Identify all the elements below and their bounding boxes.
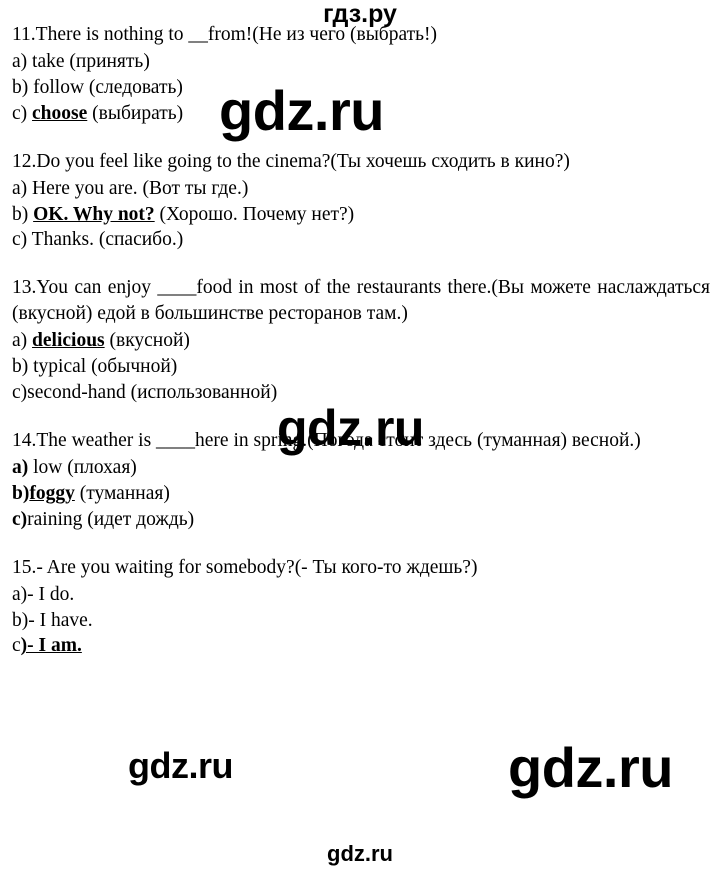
option-marker: b)	[12, 203, 29, 225]
answer-option[interactable]: a) Here you are. (Вот ты где.)	[12, 176, 710, 202]
exercise-item: 12.Do you feel like going to the cinema?…	[12, 149, 710, 254]
answer-option[interactable]: c) Thanks. (спасибо.)	[12, 227, 710, 253]
option-translation: (вкусной)	[104, 330, 190, 352]
option-text: - I do.	[27, 583, 75, 605]
option-marker: c)	[12, 102, 28, 124]
answer-option[interactable]: b) typical (обычной)	[12, 354, 710, 380]
exercise-item: 15.- Are you waiting for somebody?(- Ты …	[12, 555, 710, 660]
option-marker: b)	[12, 76, 29, 98]
question-text: - Are you waiting for somebody?(- Ты ког…	[36, 556, 478, 578]
option-text: Thanks. (спасибо.)	[27, 229, 184, 251]
question-stem: 12.Do you feel like going to the cinema?…	[12, 149, 710, 175]
correct-answer: delicious	[32, 330, 105, 352]
option-marker: a)	[12, 456, 29, 478]
option-text: follow (следовать)	[28, 76, 183, 98]
answer-option[interactable]: b)foggy (туманная)	[12, 481, 710, 507]
watermark-gdz-lower-right: gdz.ru	[508, 736, 673, 799]
option-text: take (принять)	[27, 50, 150, 72]
option-marker: c)	[12, 508, 28, 530]
option-text: raining (идет дождь)	[27, 508, 195, 530]
option-text: low (плохая)	[28, 456, 137, 478]
correct-answer: )- I am.	[20, 635, 82, 657]
option-marker: a)	[12, 330, 28, 352]
watermark-gdz-lower-left: gdz.ru	[128, 745, 233, 786]
option-marker: b)	[12, 356, 29, 378]
option-marker: a)	[12, 177, 28, 199]
answer-option[interactable]: b)- I have.	[12, 608, 710, 634]
question-number: 15.	[12, 556, 37, 578]
watermark-gdz-middle: gdz.ru	[277, 400, 424, 456]
option-marker: c)	[12, 229, 28, 251]
exercise-item: 13.You can enjoy ____food in most of the…	[12, 275, 710, 406]
question-text: You can enjoy ____food in most of the re…	[12, 277, 710, 325]
option-marker: c)	[12, 382, 28, 404]
option-translation: (Хорошо. Почему нет?)	[154, 203, 355, 225]
correct-answer: OK. Why not?	[33, 203, 155, 225]
answer-option[interactable]: a) delicious (вкусной)	[12, 328, 710, 354]
answer-option[interactable]: a) low (плохая)	[12, 455, 710, 481]
question-number: 11.	[12, 24, 36, 45]
answer-option[interactable]: b) OK. Why not? (Хорошо. Почему нет?)	[12, 202, 710, 228]
answer-option[interactable]: a) take (принять)	[12, 49, 710, 75]
option-marker: b)	[12, 609, 29, 631]
correct-answer: foggy	[29, 482, 75, 504]
option-text: - I have.	[28, 609, 93, 631]
correct-answer: choose	[32, 102, 88, 124]
question-number: 12.	[12, 150, 37, 172]
option-text: Here you are. (Вот ты где.)	[27, 177, 249, 199]
answer-option[interactable]: c)raining (идет дождь)	[12, 507, 710, 533]
option-marker: a)	[12, 50, 28, 72]
option-marker: a)	[12, 583, 28, 605]
question-text: Do you feel like going to the cinema?(Ты…	[36, 150, 570, 172]
question-stem: 15.- Are you waiting for somebody?(- Ты …	[12, 555, 710, 581]
question-number: 13.	[12, 277, 37, 299]
option-text: typical (обычной)	[28, 356, 178, 378]
option-marker: b)	[12, 482, 30, 504]
question-stem: 13.You can enjoy ____food in most of the…	[12, 275, 710, 327]
answer-option[interactable]: c)- I am.	[12, 633, 710, 659]
option-translation: (туманная)	[74, 482, 170, 504]
watermark-gdz-footer: gdz.ru	[327, 841, 393, 866]
option-marker: c	[12, 635, 21, 657]
option-translation: (выбирать)	[87, 102, 184, 124]
watermark-header-cyrillic: гдз.ру	[323, 0, 397, 28]
option-text: second-hand (использованной)	[27, 382, 278, 404]
question-number: 14.	[12, 429, 37, 451]
answer-option[interactable]: a)- I do.	[12, 582, 710, 608]
watermark-gdz-top: gdz.ru	[219, 79, 384, 142]
